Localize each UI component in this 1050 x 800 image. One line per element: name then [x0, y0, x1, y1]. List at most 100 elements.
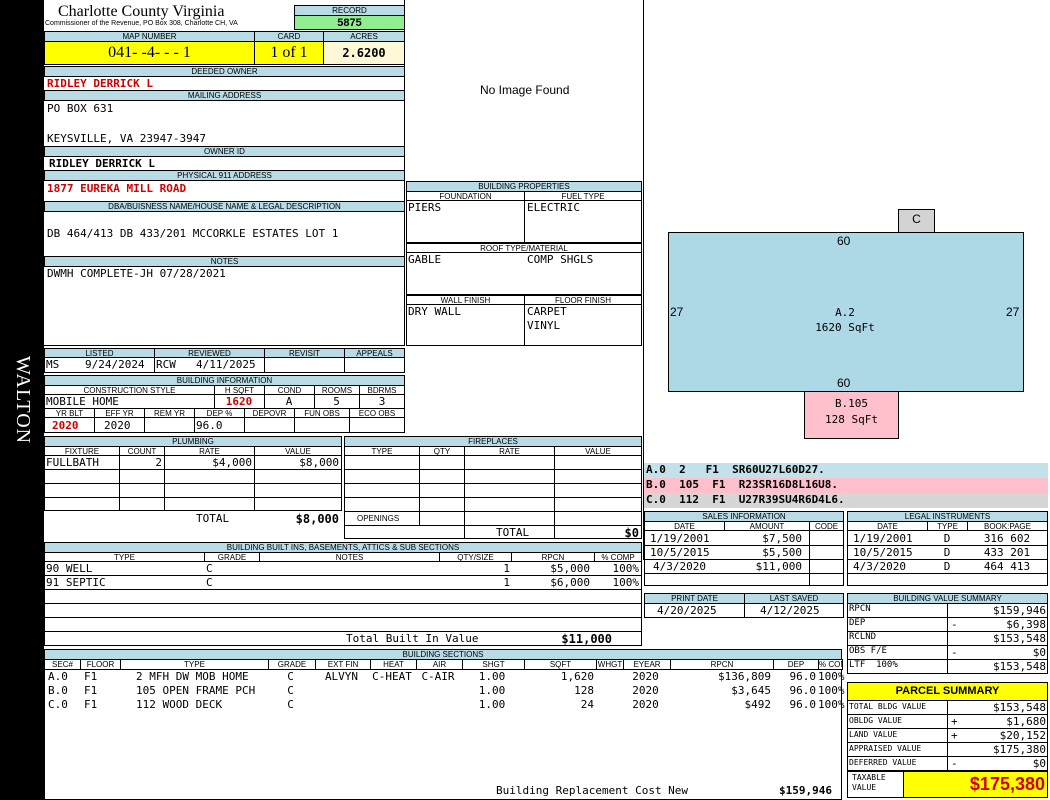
legal-date: 10/5/2015	[853, 546, 913, 559]
builtins-total-label: Total Built In Value	[346, 632, 479, 645]
parcel-sign: -	[951, 757, 958, 770]
parcel-sign: +	[951, 729, 958, 742]
section-col-header: SHGT	[462, 659, 525, 670]
plumbing-value: $8,000	[299, 456, 339, 469]
bi-grade: C	[206, 576, 213, 589]
divider	[419, 455, 420, 525]
section-cell: 24	[580, 698, 594, 711]
divider	[44, 617, 642, 618]
divider	[44, 603, 642, 604]
sketch-a-area: 1620 SqFt	[815, 321, 875, 334]
section-cell: B.0	[48, 684, 68, 697]
taxable-value: $175,380	[903, 771, 1048, 798]
building-info-row2	[44, 417, 405, 433]
plumbing-fixture: FULLBATH	[46, 456, 99, 469]
parcel-label: TOTAL BLDG VALUE	[849, 702, 927, 711]
notes-text: DWMH COMPLETE-JH 07/28/2021	[47, 267, 226, 280]
section-cell: 96.0	[789, 698, 817, 711]
section-cell: 2020	[632, 670, 659, 683]
legal-type: D	[943, 560, 951, 573]
divider	[644, 573, 844, 574]
section-col-header: % COMP	[818, 659, 843, 670]
wall-finish-value: DRY WALL	[408, 305, 461, 318]
plumbing-count: 2	[155, 456, 162, 469]
divider	[344, 483, 642, 484]
fp-openings-label: OPENINGS	[357, 514, 400, 523]
section-cell: $136,809	[718, 670, 771, 683]
section-cell: 100%	[818, 698, 845, 711]
print-date: 4/20/2025	[657, 604, 717, 617]
brcn-value: $159,946	[779, 784, 832, 797]
section-cell: C-HEAT	[372, 670, 412, 683]
listed-date: 9/24/2024	[85, 358, 145, 371]
plumbing-total: $8,000	[295, 512, 339, 526]
sale-amount: $5,500	[762, 546, 802, 559]
deeded-owner: RIDLEY DERRICK L	[47, 77, 153, 90]
divider	[44, 345, 405, 346]
legal-type: D	[943, 546, 951, 559]
bvs-label: RCLND	[849, 632, 877, 642]
section-col-header: EXT FIN	[315, 659, 371, 670]
section-cell: F1	[84, 670, 98, 683]
legal-type: D	[943, 532, 951, 545]
section-cell: $3,645	[731, 684, 771, 697]
divider	[809, 530, 810, 586]
divider	[44, 469, 342, 470]
divider	[94, 417, 95, 433]
reviewed-by: RCW	[156, 358, 176, 371]
listed-by: MS	[46, 358, 60, 371]
bi-comp: 100%	[612, 562, 640, 575]
section-cell: 128	[574, 684, 594, 697]
section-col-header: DEP	[773, 659, 819, 670]
bdrms-value: 3	[378, 395, 386, 408]
divider	[44, 497, 342, 498]
section-col-header: RPCN	[670, 659, 774, 670]
bvs-value: $6,398	[1006, 618, 1046, 631]
divider	[144, 417, 145, 433]
bi-rpcn: $6,000	[550, 576, 590, 589]
parcel-sign: +	[951, 715, 958, 728]
legal-date: 4/3/2020	[853, 560, 906, 573]
bi-comp: 100%	[612, 576, 640, 589]
divider	[344, 357, 345, 373]
section-cell: 96.0	[789, 684, 817, 697]
bvs-value: $153,548	[993, 660, 1046, 673]
section-cell: $492	[744, 698, 772, 711]
divider	[744, 603, 745, 618]
bvs-sign: -	[951, 646, 958, 659]
notes-header: NOTES	[44, 256, 405, 267]
floor-finish-value-1: CARPET	[527, 305, 567, 318]
bi-type: 91 SEPTIC	[46, 576, 106, 589]
legal-book: 464 413	[983, 560, 1031, 573]
sale-date: 1/19/2001	[650, 532, 710, 545]
divider	[194, 417, 195, 433]
bvs-label: DEP	[849, 618, 866, 628]
divider	[847, 573, 1048, 574]
sketch-right-dim: 27	[1006, 305, 1020, 319]
record-number: 5875	[294, 15, 405, 30]
bvs-sign: -	[951, 618, 958, 631]
legal-description: DB 464/413 DB 433/201 MCCORKLE ESTATES L…	[47, 227, 339, 240]
divider	[344, 497, 642, 498]
section-cell: C	[287, 698, 294, 711]
section-cell: 1,620	[560, 670, 594, 683]
taxable-label: TAXABLE VALUE	[852, 773, 886, 792]
plumbing-rate: $4,000	[212, 456, 252, 469]
section-code-c-text: C.0 112 F1 U27R39SU4R6D4L6.	[646, 493, 845, 506]
section-col-header: SEC#	[44, 659, 81, 670]
fp-total: $0	[624, 526, 639, 540]
parcel-label: DEFERRED VALUE	[849, 758, 917, 767]
builtins-total: $11,000	[561, 632, 612, 646]
divider	[294, 417, 295, 433]
bvs-value: $0	[1032, 646, 1046, 659]
divider	[404, 0, 405, 345]
acres-value: 2.6200	[323, 41, 405, 65]
foundation-value: PIERS	[408, 201, 442, 214]
deeded-owner-header: DEEDED OWNER	[44, 66, 405, 77]
parcel-value: $175,380	[993, 743, 1046, 756]
bvs-label: OBS F/E	[849, 646, 887, 656]
bi-qty: 1	[503, 562, 510, 575]
physical-address-header: PHYSICAL 911 ADDRESS	[44, 170, 405, 181]
sale-date: 10/5/2015	[650, 546, 710, 559]
physical-address: 1877 EUREKA MILL ROAD	[47, 182, 187, 195]
